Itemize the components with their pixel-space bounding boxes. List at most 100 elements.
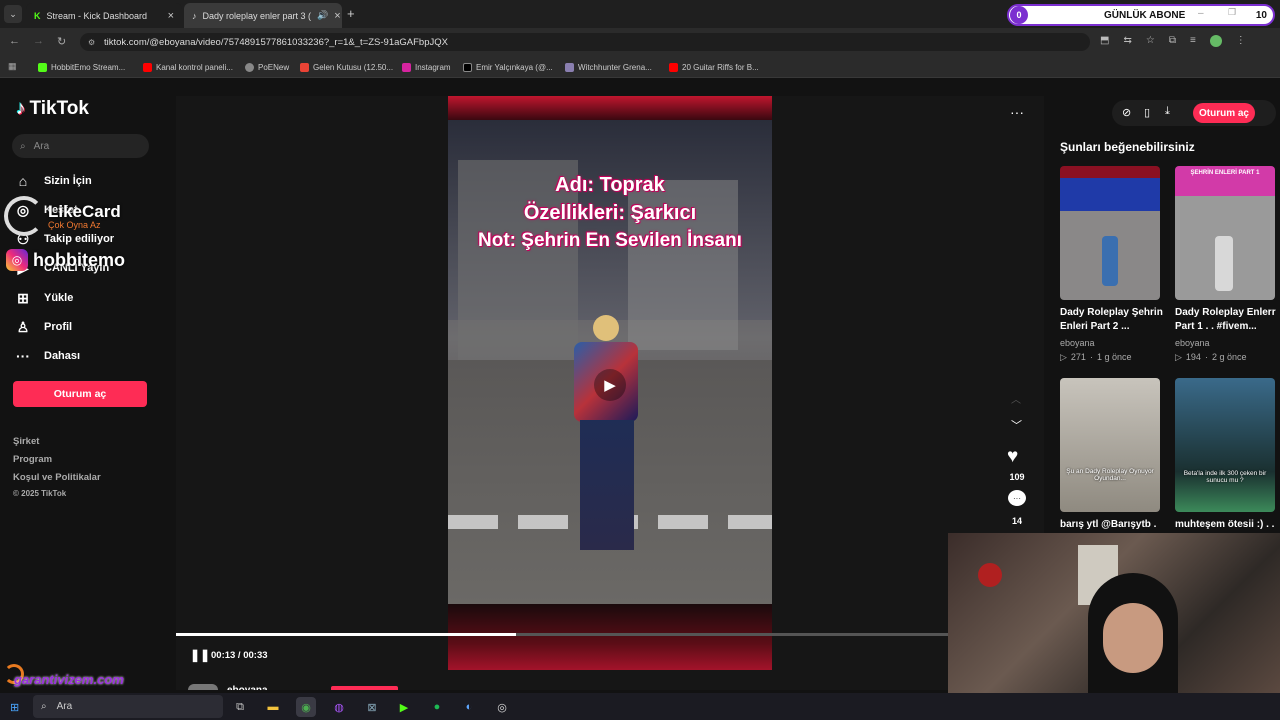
sidebar-item-upload[interactable]: ⊞ Yükle bbox=[14, 288, 73, 308]
bookmark-item[interactable]: Gelen Kutusu (12.50... bbox=[300, 59, 393, 75]
chrome-icon[interactable]: ◉ bbox=[296, 697, 316, 717]
play-icon[interactable]: ▶ bbox=[594, 369, 626, 401]
back-icon[interactable]: ← bbox=[9, 35, 20, 47]
suggestion-thumbnail[interactable]: Beta'la inde ilk 300 çeken bir sunucu mu… bbox=[1175, 378, 1275, 512]
character-pants bbox=[580, 420, 634, 550]
character-head bbox=[593, 315, 619, 341]
youtube-icon bbox=[143, 62, 152, 72]
video-progress-track[interactable] bbox=[176, 633, 948, 636]
likecard-logo bbox=[4, 196, 44, 236]
video-caption-line: Adı: Toprak bbox=[555, 174, 665, 196]
views-icon: ▷ bbox=[1175, 352, 1182, 362]
device-icon[interactable]: ▯ bbox=[1144, 106, 1150, 119]
install-icon[interactable]: ⬒ bbox=[1100, 35, 1109, 47]
tiktok-note-icon: ♪ bbox=[16, 98, 26, 119]
comment-count: 14 bbox=[1011, 516, 1022, 526]
thumbnail-caption: Beta'la inde ilk 300 çeken bir sunucu mu… bbox=[1183, 470, 1267, 484]
login-button[interactable]: Oturum aç bbox=[13, 381, 147, 407]
streamer-face bbox=[1103, 603, 1163, 673]
task-view-icon[interactable]: ⧉ bbox=[230, 697, 250, 717]
windows-start-icon[interactable]: ⊞ bbox=[10, 701, 19, 714]
suggestion-author[interactable]: eboyana bbox=[1175, 338, 1210, 348]
menu-icon[interactable]: ⋮ bbox=[1236, 35, 1246, 47]
discord-icon[interactable]: ◍ bbox=[329, 697, 349, 717]
bookmark-item[interactable]: Instagram bbox=[402, 59, 451, 75]
follow-button[interactable] bbox=[331, 686, 398, 690]
site-info-icon[interactable]: ⚙ bbox=[88, 38, 95, 47]
speaker-icon[interactable]: 🔊 bbox=[317, 10, 328, 21]
spotify-icon[interactable]: ● bbox=[427, 697, 447, 717]
restore-icon[interactable]: ❐ bbox=[1228, 7, 1236, 18]
translate-icon[interactable]: ⇆ bbox=[1123, 35, 1131, 47]
footer-program-link[interactable]: Program bbox=[13, 454, 52, 465]
gmail-icon bbox=[300, 62, 309, 72]
close-tab-icon[interactable]: × bbox=[168, 10, 174, 22]
bookmark-item[interactable]: 20 Guitar Riffs for B... bbox=[669, 59, 759, 75]
like-count: 109 bbox=[1009, 472, 1025, 482]
tiktok-icon: ♪ bbox=[192, 10, 197, 21]
bookmark-item[interactable]: Emir Yalçınkaya (@... bbox=[463, 59, 553, 75]
steam-icon[interactable]: ◐ bbox=[459, 697, 479, 717]
previous-video-icon[interactable]: ︿ bbox=[1011, 391, 1021, 406]
header-login-button[interactable]: Oturum aç bbox=[1193, 103, 1255, 123]
reload-icon[interactable]: ↻ bbox=[57, 35, 66, 48]
close-tab-icon[interactable]: × bbox=[334, 10, 340, 22]
url-bar[interactable]: ⚙ tiktok.com/@eboyana/video/757489157786… bbox=[80, 33, 1090, 51]
suggestion-title[interactable]: muhteşem ötesii :) . . bbox=[1175, 518, 1274, 532]
profile-avatar-icon[interactable] bbox=[1209, 35, 1222, 47]
more-options-icon[interactable]: ··· bbox=[1010, 104, 1024, 120]
likecard-overlay: LikeCard bbox=[48, 202, 121, 221]
apps-grid-icon[interactable]: ▦ bbox=[8, 61, 17, 72]
kick-app-icon[interactable]: ▶ bbox=[394, 697, 414, 717]
suggestion-thumbnail[interactable] bbox=[1060, 166, 1160, 300]
tab-kick-dashboard[interactable]: K Stream - Kick Dashboard × bbox=[26, 3, 182, 28]
taskbar-search-input[interactable]: ⌕ Ara bbox=[33, 695, 223, 718]
minimize-icon[interactable]: – bbox=[1198, 8, 1204, 19]
tab-tiktok-video[interactable]: ♪ Dady roleplay enler part 3 ( 🔊 × bbox=[184, 3, 342, 28]
suggestion-thumbnail[interactable]: Şu an Dady Roleplay Oynuyor Oyundan... bbox=[1060, 378, 1160, 512]
file-explorer-icon[interactable]: ▬ bbox=[263, 697, 283, 717]
new-tab-icon[interactable]: + bbox=[347, 6, 355, 21]
bookmark-item[interactable]: PoENew bbox=[245, 59, 289, 75]
suggestion-author[interactable]: eboyana bbox=[1060, 338, 1095, 348]
download-icon[interactable]: ⤓ bbox=[1165, 105, 1170, 118]
sidebar-item-more[interactable]: ··· Dahası bbox=[14, 346, 80, 366]
upload-icon: ⊞ bbox=[17, 289, 29, 306]
coin-icon[interactable]: ⊘ bbox=[1122, 106, 1131, 119]
author-avatar[interactable] bbox=[188, 684, 218, 690]
media-icon[interactable]: ≡ bbox=[1190, 35, 1196, 47]
red-decoration bbox=[978, 563, 1002, 587]
character-figure bbox=[1215, 236, 1233, 291]
next-video-icon[interactable]: ﹀ bbox=[1011, 417, 1022, 433]
suggestion-title[interactable]: Dady Roleplay Enlerr Part 1 . . #fivem..… bbox=[1175, 306, 1279, 334]
bookmark-item[interactable]: HobbitEmo Stream... bbox=[38, 59, 125, 75]
suggestion-stats: ▷ 194 · 2 g önce bbox=[1175, 352, 1247, 362]
suggestion-title[interactable]: barış ytl @Barışytb . bbox=[1060, 518, 1156, 532]
forward-icon[interactable]: → bbox=[33, 35, 44, 47]
obs-icon[interactable]: ◎ bbox=[492, 697, 512, 717]
star-icon[interactable]: ☆ bbox=[1146, 35, 1155, 47]
tab-list-chevron-icon[interactable]: ⌄ bbox=[4, 5, 22, 23]
footer-company-link[interactable]: Şirket bbox=[13, 436, 39, 447]
instagram-handle-overlay: hobbitemo bbox=[33, 250, 125, 270]
pause-icon[interactable]: ❚❚ bbox=[190, 648, 210, 662]
search-input[interactable]: ⌕ Ara bbox=[12, 134, 149, 158]
kick-icon bbox=[38, 62, 47, 72]
bookmark-item[interactable]: Kanal kontrol paneli... bbox=[143, 59, 233, 75]
footer-terms-link[interactable]: Koşul ve Politikalar bbox=[13, 472, 101, 483]
like-heart-icon[interactable]: ♥ bbox=[1007, 446, 1018, 468]
xbox-icon[interactable]: ⊠ bbox=[362, 697, 382, 717]
home-icon: ⌂ bbox=[18, 173, 28, 189]
video-caption-line: Özellikleri: Şarkıcı bbox=[523, 202, 697, 224]
author-name[interactable]: eboyana bbox=[227, 684, 268, 690]
extensions-icon[interactable]: ⧉ bbox=[1169, 35, 1176, 47]
comment-icon[interactable]: ··· bbox=[1008, 490, 1026, 506]
character-figure bbox=[1102, 236, 1118, 286]
suggestion-title[interactable]: Dady Roleplay Şehrin Enleri Part 2 ... bbox=[1060, 306, 1164, 334]
sidebar-item-profile[interactable]: ♙ Profil bbox=[14, 317, 72, 337]
tiktok-logo[interactable]: ♪ TikTok bbox=[16, 98, 89, 120]
bookmark-item[interactable]: Witchhunter Grena... bbox=[565, 59, 652, 75]
suggestion-thumbnail[interactable]: ŞEHRİN ENLERİ PART 1 bbox=[1175, 166, 1275, 300]
sidebar-item-for-you[interactable]: ⌂ Sizin İçin bbox=[14, 171, 92, 191]
views-icon: ▷ bbox=[1060, 352, 1067, 362]
